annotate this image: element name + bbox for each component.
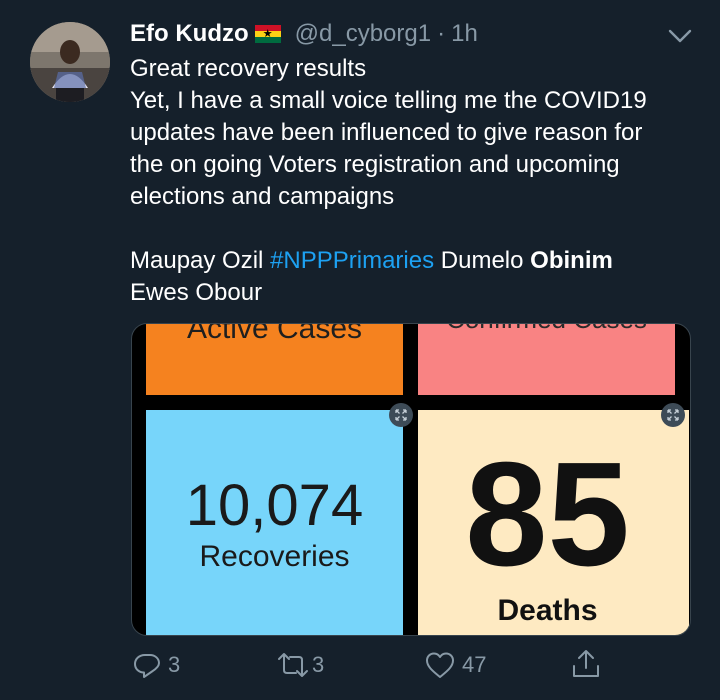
tag-text: Dumelo [434,247,531,274]
active-cases-tile[interactable]: Active Cases [146,324,403,395]
bold-text: Obinim [530,247,613,274]
tweet-header: Efo Kudzo ★ @d_cyborg1 · 1h [130,18,478,50]
more-options-caret-icon[interactable] [666,24,694,48]
share-button[interactable] [570,648,602,680]
reply-count: 3 [168,652,181,677]
recoveries-value: 10,074 [185,473,364,538]
confirmed-cases-label: Confirmed Cases [418,324,675,335]
tweet-line: Yet, I have a small voice telling me the… [130,87,647,114]
tweet-text: Great recovery results Yet, I have a sma… [130,53,700,309]
ghana-flag-icon: ★ [254,25,281,43]
tag-text: Maupay Ozil [130,247,271,274]
tweet-line: updates have been influenced to give rea… [130,119,643,146]
active-cases-label: Active Cases [186,324,363,345]
tweet-media[interactable]: Active Cases Confirmed Cases 10,074 Reco… [131,323,691,636]
deaths-value: 85 [465,432,630,597]
recoveries-tile[interactable]: 10,074 Recoveries [146,410,403,635]
tweet-time[interactable]: 1h [451,20,478,48]
expand-icon[interactable] [389,403,413,427]
tags-line-2: Ewes Obour [130,279,263,306]
deaths-label: Deaths [497,594,598,627]
like-count: 47 [462,652,487,677]
avatar-photo [30,22,110,102]
tweet-line: Great recovery results [130,55,367,82]
recoveries-label: Recoveries [199,540,350,573]
retweet-button[interactable]: 3 [276,650,324,680]
author-name[interactable]: Efo Kudzo [130,20,249,48]
retweet-count: 3 [312,652,325,677]
author-handle[interactable]: @d_cyborg1 [295,20,431,48]
confirmed-cases-tile[interactable]: Confirmed Cases [418,324,675,395]
heart-icon [426,652,454,678]
tweet-actions: 3 3 47 [0,648,720,684]
reply-icon [134,654,160,678]
tweet-line: elections and campaigns [130,183,395,210]
share-icon [573,650,599,677]
reply-button[interactable]: 3 [132,650,180,680]
retweet-icon [278,653,308,677]
tweet-line: the on going Voters registration and upc… [130,151,620,178]
like-button[interactable]: 47 [424,650,486,680]
hashtag-link[interactable]: #NPPPrimaries [270,247,434,274]
avatar[interactable] [30,22,110,102]
expand-icon[interactable] [661,403,685,427]
tags-line: Maupay Ozil #NPPPrimaries Dumelo Obinim [130,245,700,277]
separator-dot: · [437,20,446,47]
deaths-tile[interactable]: 85 Deaths [418,410,689,635]
